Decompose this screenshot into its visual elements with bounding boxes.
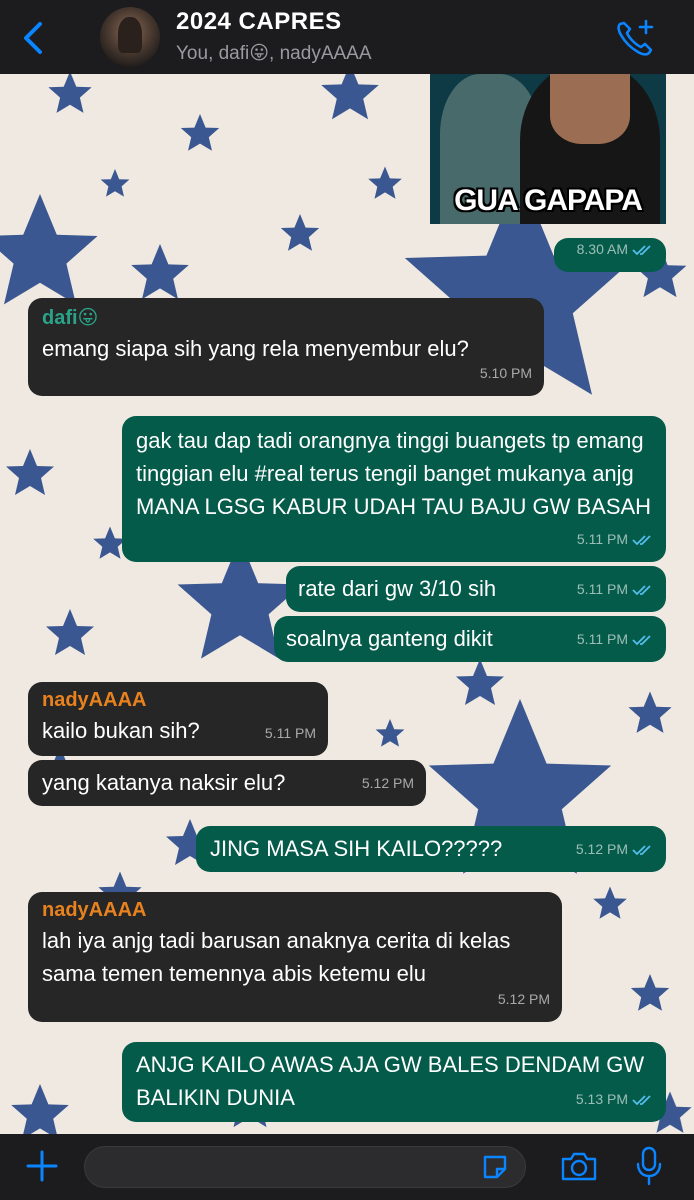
message-time: 5.12 PM [575, 841, 628, 857]
sticker-caption: GUA GAPAPA [454, 184, 643, 217]
read-ticks-icon [632, 244, 651, 255]
message-list[interactable]: GUA GAPAPA 8.30 AM dafi😛 emang siapa sih… [0, 74, 694, 1134]
message-text: emang siapa sih yang rela menyembur elu? [42, 336, 469, 361]
message-time: 5.12 PM [361, 775, 414, 791]
chat-participants[interactable]: You, dafi😛, nadyAAAA [176, 42, 372, 65]
message-time: 8.30 AM [576, 241, 628, 257]
message-bubble-incoming[interactable]: nadyAAAA lah iya anjg tadi barusan anakn… [28, 892, 562, 1022]
sticker-icon[interactable] [480, 1152, 510, 1182]
microphone-icon[interactable] [634, 1146, 664, 1186]
read-ticks-icon [632, 534, 651, 545]
message-sender: dafi😛 [42, 307, 99, 329]
camera-icon[interactable] [560, 1150, 598, 1182]
message-bubble-outgoing[interactable]: soalnya ganteng dikit 5.11 PM [274, 616, 666, 662]
add-call-icon[interactable] [614, 18, 656, 58]
message-time: 5.11 PM [576, 631, 628, 647]
read-ticks-icon [632, 1094, 651, 1105]
read-ticks-icon [632, 634, 651, 645]
message-time: 5.11 PM [576, 531, 628, 547]
message-text: yang katanya naksir elu? [42, 770, 286, 795]
group-avatar[interactable] [100, 7, 160, 67]
message-text: gak tau dap tadi orangnya tinggi buanget… [136, 428, 652, 519]
message-time: 5.11 PM [576, 581, 628, 597]
message-bubble-outgoing[interactable]: gak tau dap tadi orangnya tinggi buanget… [122, 416, 666, 562]
plus-icon[interactable] [24, 1148, 60, 1184]
message-sender: nadyAAAA [42, 689, 147, 711]
message-bubble-incoming[interactable]: dafi😛 emang siapa sih yang rela menyembu… [28, 298, 544, 396]
message-bubble-outgoing[interactable]: ANJG KAILO AWAS AJA GW BALES DENDAM GW B… [122, 1042, 666, 1122]
message-text: lah iya anjg tadi barusan anaknya cerita… [42, 928, 511, 986]
read-ticks-icon [632, 584, 651, 595]
message-bubble-outgoing[interactable]: rate dari gw 3/10 sih 5.11 PM [286, 566, 666, 612]
sticker-image[interactable]: GUA GAPAPA [430, 74, 666, 224]
message-bubble-outgoing[interactable]: JING MASA SIH KAILO????? 5.12 PM [196, 826, 666, 872]
sticker-time-pill: 8.30 AM [554, 238, 666, 272]
message-time: 5.12 PM [497, 991, 550, 1007]
composer-bar [0, 1134, 694, 1200]
chevron-left-icon[interactable] [18, 18, 48, 58]
chat-header: 2024 CAPRES You, dafi😛, nadyAAAA [0, 0, 694, 74]
message-input[interactable] [84, 1146, 526, 1188]
message-sender: nadyAAAA [42, 899, 147, 921]
message-time: 5.13 PM [575, 1091, 628, 1107]
read-ticks-icon [632, 844, 651, 855]
message-bubble-incoming[interactable]: yang katanya naksir elu? 5.12 PM [28, 760, 426, 806]
message-bubble-incoming[interactable]: nadyAAAA kailo bukan sih? 5.11 PM [28, 682, 328, 756]
chat-title[interactable]: 2024 CAPRES [176, 8, 342, 36]
message-time: 5.11 PM [264, 725, 316, 741]
message-time: 5.10 PM [479, 365, 532, 381]
